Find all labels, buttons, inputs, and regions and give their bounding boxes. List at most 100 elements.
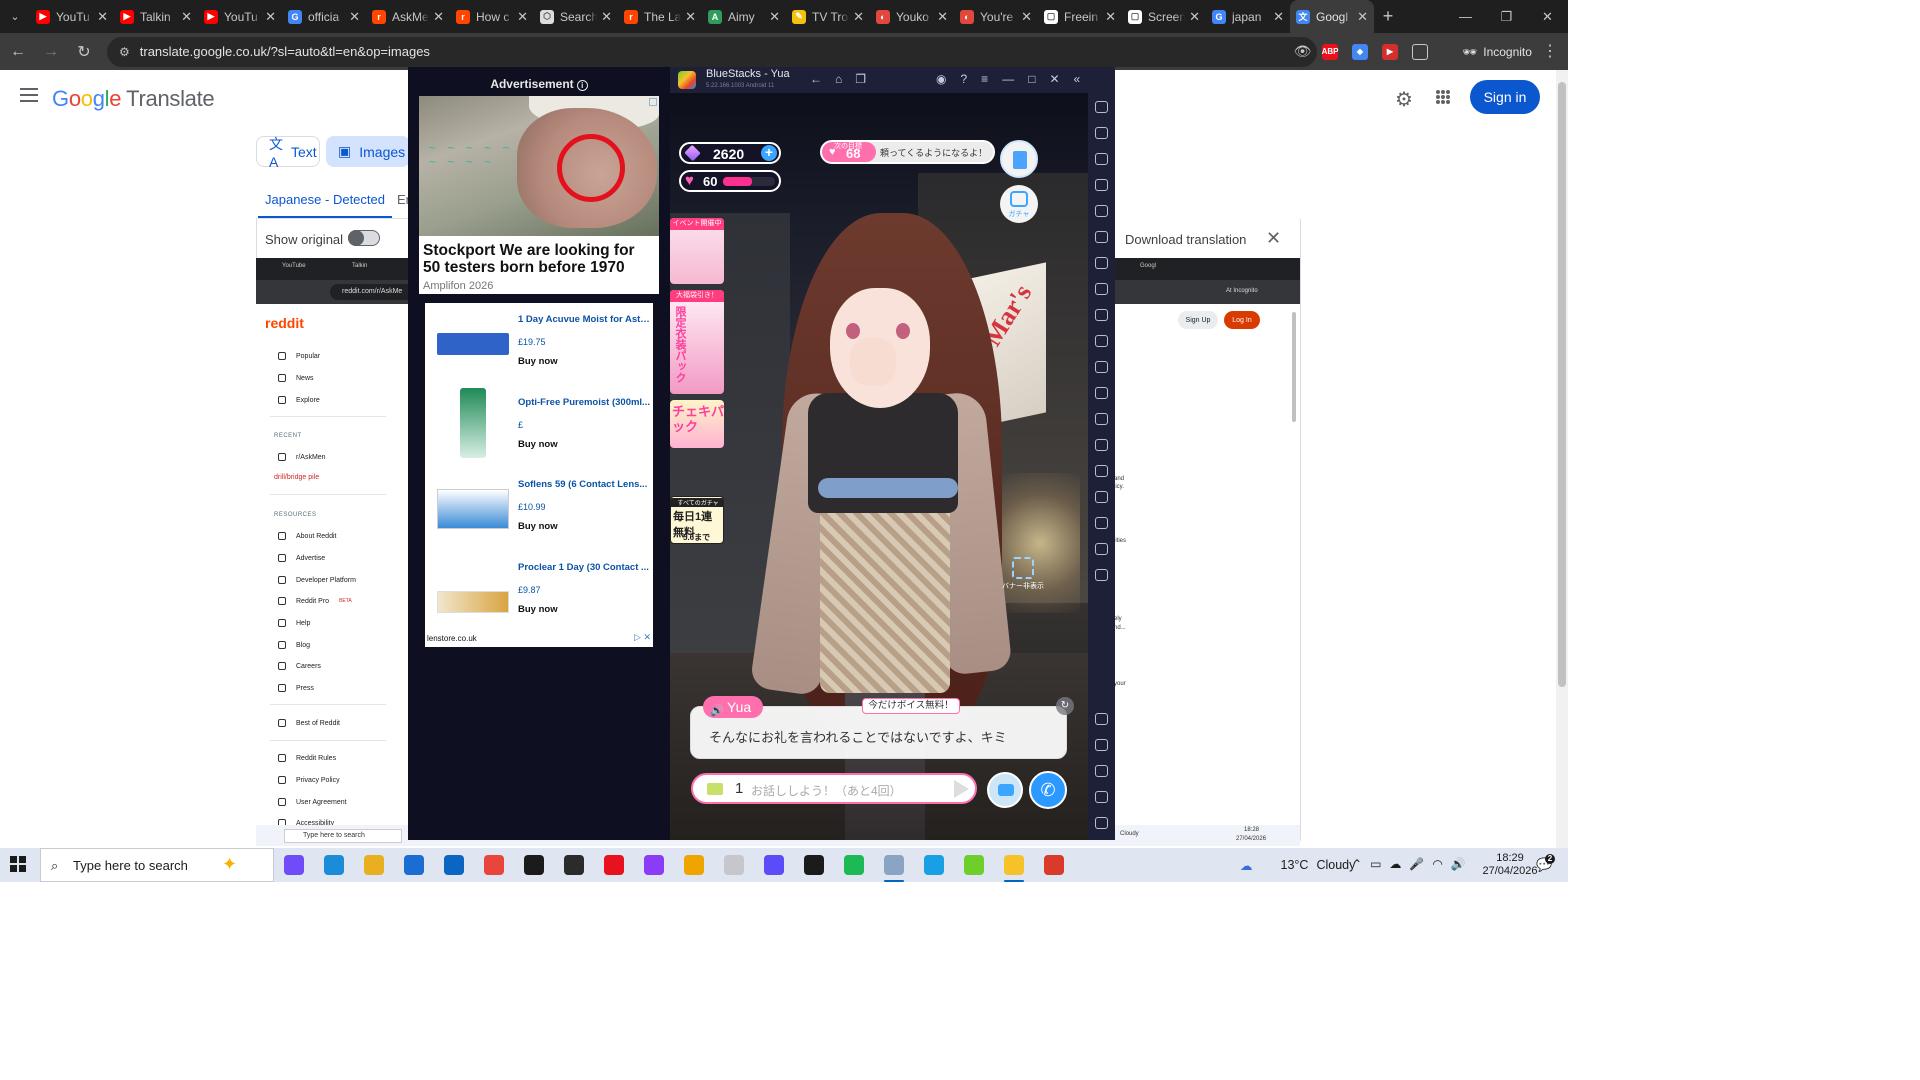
taskbar-app-icon[interactable]: [484, 855, 504, 875]
bs-sync-icon[interactable]: [1095, 361, 1108, 373]
browser-tab[interactable]: ✎ TV Tro ✕: [786, 0, 870, 33]
bs-multi-instance-icon[interactable]: [1095, 257, 1108, 269]
tab-close-icon[interactable]: ✕: [181, 9, 192, 25]
media-extension-icon[interactable]: ▶: [1382, 43, 1398, 60]
cloud-icon[interactable]: ☁: [1389, 857, 1401, 871]
bs-layers-icon[interactable]: [1095, 517, 1108, 529]
bs-recent-icon[interactable]: ❐: [855, 72, 866, 86]
search-highlight-icon[interactable]: ✦: [222, 854, 237, 875]
taskbar-app-icon[interactable]: [324, 855, 344, 875]
browser-tab[interactable]: r How c ✕: [450, 0, 534, 33]
weather-temp[interactable]: 13°C: [1281, 858, 1309, 872]
bs-minimize-icon[interactable]: —: [1002, 72, 1014, 86]
chevron-up-icon[interactable]: ⌃: [1352, 857, 1362, 871]
bs-back-icon[interactable]: ←: [810, 72, 822, 86]
bs-fullscreen-icon[interactable]: [1095, 101, 1108, 113]
browser-tab[interactable]: ◐ You're ✕: [954, 0, 1038, 33]
exit-door-button[interactable]: [1000, 140, 1038, 178]
taskbar-app-icon[interactable]: [564, 855, 584, 875]
bs-close-icon[interactable]: ✕: [1049, 72, 1059, 86]
taskbar-app-icon[interactable]: [364, 855, 384, 875]
taskbar-clock[interactable]: 18:29 27/04/2026: [1480, 852, 1540, 878]
site-info-icon[interactable]: ⚙: [119, 45, 130, 59]
bs-location-icon[interactable]: [1095, 491, 1108, 503]
tab-close-icon[interactable]: ✕: [1189, 9, 1200, 25]
adblock-plus-icon[interactable]: ABP: [1322, 43, 1338, 60]
browser-tab[interactable]: ▶ YouTu ✕: [30, 0, 114, 33]
ad-info-icon[interactable]: i: [576, 80, 588, 91]
bs-volume-icon[interactable]: [1095, 127, 1108, 139]
hide-banner-button[interactable]: バナー非表示: [1002, 553, 1044, 593]
ad-image[interactable]: ~ ~ ~ ~ ~ ~ ~ ~ ~: [419, 96, 659, 236]
taskbar-app-icon[interactable]: [644, 855, 664, 875]
bs-speed-icon[interactable]: [1095, 543, 1108, 555]
browser-tab[interactable]: ▶ Talkin ✕: [114, 0, 198, 33]
tab-search-chevron-icon[interactable]: ⌄: [0, 0, 30, 33]
device-icon[interactable]: ▭: [1370, 857, 1381, 871]
tab-close-icon[interactable]: ✕: [853, 9, 864, 25]
browser-tab[interactable]: Gjapan ✕: [1206, 0, 1290, 33]
ad-close-icon[interactable]: ▷ ✕: [634, 632, 651, 643]
taskbar-app-icon[interactable]: [604, 855, 624, 875]
back-icon[interactable]: ←: [3, 37, 33, 67]
browser-tab[interactable]: Gofficia ✕: [282, 0, 366, 33]
bs-home-icon[interactable]: [1095, 791, 1108, 803]
taskbar-app-icon[interactable]: [924, 855, 944, 875]
show-original-toggle[interactable]: [348, 230, 380, 246]
taskbar-app-icon[interactable]: [764, 855, 784, 875]
bs-keyboard-icon[interactable]: [1095, 179, 1108, 191]
reload-icon[interactable]: ↻: [69, 37, 99, 67]
tab-close-icon[interactable]: ✕: [1021, 9, 1032, 25]
voice-call-button[interactable]: ✆: [1029, 771, 1067, 809]
taskbar-app-icon[interactable]: [284, 855, 304, 875]
bs-collapse-sidebar-icon[interactable]: «: [1074, 72, 1081, 86]
weather-condition[interactable]: Cloudy: [1316, 858, 1355, 872]
bs-help-icon[interactable]: ?: [960, 72, 967, 86]
adchoices-icon[interactable]: [649, 98, 657, 106]
bs-home-icon[interactable]: ⌂: [835, 72, 842, 86]
bs-gallery-icon[interactable]: [1095, 387, 1108, 399]
bs-macro-icon[interactable]: [1095, 205, 1108, 217]
tab-close-icon[interactable]: ✕: [517, 9, 528, 25]
sign-in-button[interactable]: Sign in: [1470, 80, 1540, 114]
tab-close-icon[interactable]: ✕: [1357, 9, 1368, 25]
product-item[interactable]: Soflens 59 (6 Contact Lens... £10.99 Buy…: [425, 476, 653, 558]
google-apps-icon[interactable]: [1436, 90, 1450, 104]
browser-tab[interactable]: A Aimy ✕: [702, 0, 786, 33]
shield-extension-icon[interactable]: ◆: [1352, 43, 1368, 60]
taskbar-app-icon[interactable]: [444, 855, 464, 875]
start-windows-icon[interactable]: [10, 856, 26, 872]
wifi-icon[interactable]: ◠: [1432, 857, 1442, 871]
bs-apk-icon[interactable]: [1095, 283, 1108, 295]
tab-close-icon[interactable]: ✕: [97, 9, 108, 25]
source-language-tab[interactable]: Japanese - Detected: [258, 190, 392, 218]
tab-close-icon[interactable]: ✕: [433, 9, 444, 25]
taskbar-app-icon[interactable]: [804, 855, 824, 875]
microphone-icon[interactable]: 🎤: [1409, 857, 1424, 871]
cheki-pack-banner[interactable]: チェキパック: [670, 400, 724, 448]
bs-eco-icon[interactable]: [1095, 465, 1108, 477]
taskbar-app-icon[interactable]: [844, 855, 864, 875]
taskbar-app-icon[interactable]: [1044, 855, 1064, 875]
tab-close-icon[interactable]: ✕: [937, 9, 948, 25]
daily-gacha-banner[interactable]: すべてのガチャ 毎日1連無料 5.6まで: [670, 496, 724, 544]
browser-tab[interactable]: ▢ Freein ✕: [1038, 0, 1122, 33]
bs-back-icon[interactable]: [1095, 765, 1108, 777]
browser-tab[interactable]: ▶ YouTu ✕: [198, 0, 282, 33]
event-banner[interactable]: イベント開催中: [670, 218, 724, 284]
browser-tab[interactable]: ◐ Youko ✕: [870, 0, 954, 33]
taskbar-app-icon[interactable]: [524, 855, 544, 875]
main-menu-icon[interactable]: [20, 88, 38, 102]
taskbar-app-icon[interactable]: [884, 855, 904, 875]
taskbar-app-icon[interactable]: [724, 855, 744, 875]
bs-screenshot-icon[interactable]: [1095, 309, 1108, 321]
bs-rotate-icon[interactable]: [1095, 231, 1108, 243]
ad-card[interactable]: ~ ~ ~ ~ ~ ~ ~ ~ ~ Stockport We are lookin…: [419, 96, 659, 294]
tab-close-icon[interactable]: ✕: [685, 9, 696, 25]
ad-footer-domain[interactable]: lenstore.co.uk: [427, 634, 477, 643]
scrollbar-thumb[interactable]: [1558, 82, 1566, 687]
costume-pack-banner[interactable]: 大福袋引き！ 限定衣装パック: [670, 290, 724, 394]
tab-close-icon[interactable]: ✕: [349, 9, 360, 25]
bs-record-icon[interactable]: [1095, 335, 1108, 347]
images-mode-button[interactable]: ▣ Images: [326, 136, 410, 167]
